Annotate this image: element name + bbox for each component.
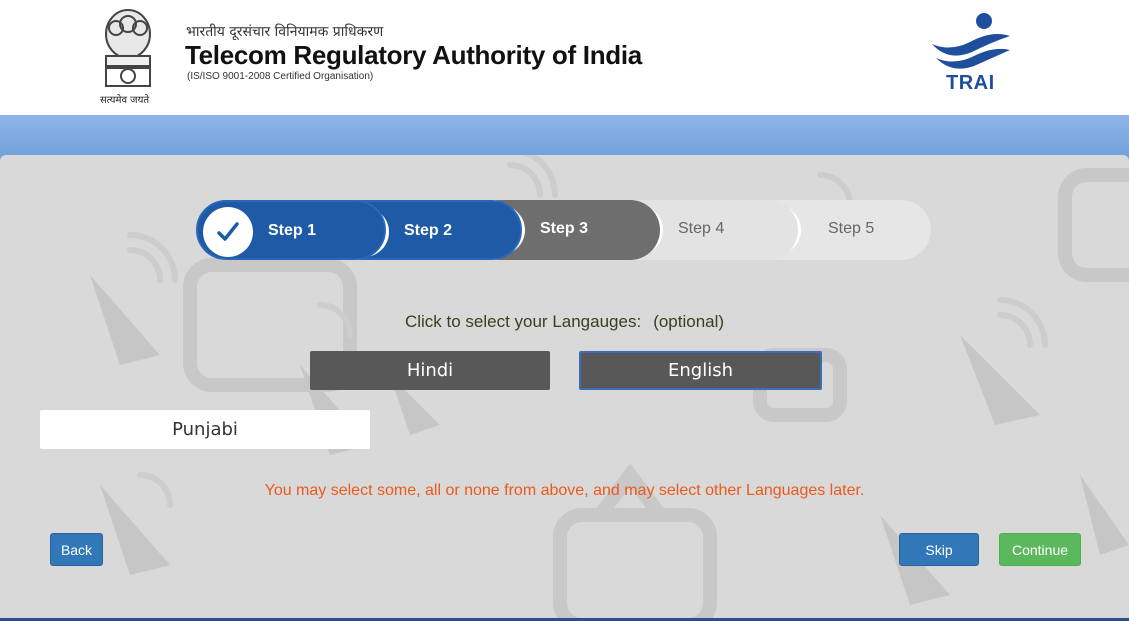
skip-button[interactable]: Skip: [899, 533, 979, 566]
progress-stepper: Step 1 Step 2 3 Step 3 4 Step 4 5 Step 5: [196, 200, 931, 260]
language-prompt: Click to select your Langauges: (optional…: [0, 312, 1129, 332]
step-label: Step 2: [404, 222, 453, 239]
org-name-hindi: भारतीय दूरसंचार विनियामक प्राधिकरण: [186, 24, 384, 40]
step-1: Step 1: [196, 200, 386, 260]
step-label: Step 4: [678, 220, 725, 237]
national-emblem-icon: [105, 9, 151, 87]
language-option-hindi[interactable]: Hindi: [310, 351, 550, 390]
org-certification: (IS/ISO 9001-2008 Certified Organisation…: [187, 71, 374, 82]
continue-button[interactable]: Continue: [999, 533, 1081, 566]
back-button[interactable]: Back: [50, 533, 103, 566]
header-band: [0, 115, 1129, 160]
language-option-english[interactable]: English: [579, 351, 822, 390]
trai-logo-text: TRAI: [946, 72, 995, 94]
prompt-optional: (optional): [653, 312, 725, 331]
step-label: Step 5: [828, 220, 875, 237]
emblem-motto: सत्यमेव जयते: [100, 95, 150, 106]
step-label: Step 3: [540, 220, 589, 237]
selection-notice: You may select some, all or none from ab…: [264, 482, 865, 499]
site-header: सत्यमेव जयते भारतीय दूरसंचार विनियामक प्…: [0, 0, 1129, 115]
prompt-text: Click to select your Langauges:: [404, 312, 642, 331]
language-selection-panel: Step 1 Step 2 3 Step 3 4 Step 4 5 Step 5…: [0, 155, 1129, 621]
language-option-punjabi[interactable]: Punjabi: [40, 410, 370, 449]
check-icon: [203, 207, 253, 257]
org-title: Telecom Regulatory Authority of India: [185, 40, 642, 70]
step-label: Step 1: [268, 222, 317, 239]
